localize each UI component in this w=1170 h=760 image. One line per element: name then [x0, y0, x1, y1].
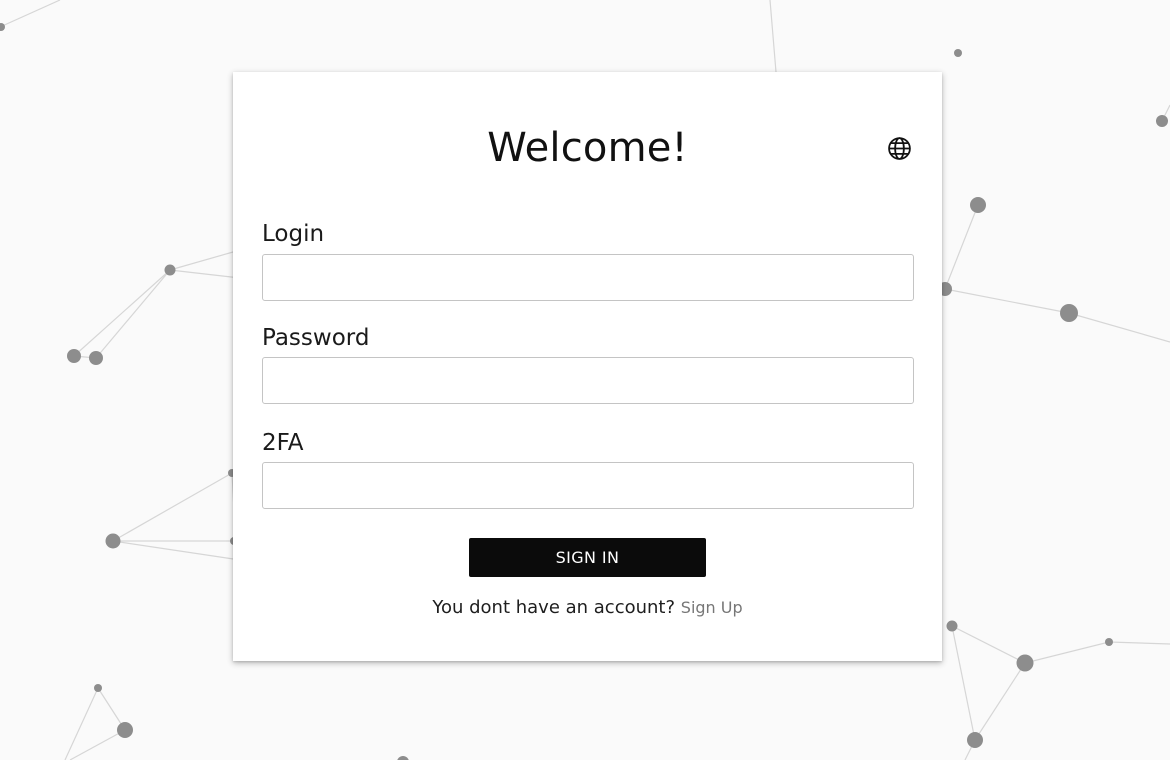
- login-input[interactable]: [262, 254, 914, 301]
- login-label: Login: [262, 221, 325, 247]
- signup-row: You dont have an account? Sign Up: [233, 596, 942, 620]
- twofa-label: 2FA: [262, 430, 304, 456]
- page-title: Welcome!: [487, 125, 688, 171]
- sign-up-link[interactable]: Sign Up: [681, 598, 743, 617]
- globe-icon: [887, 136, 911, 160]
- sign-in-button[interactable]: SIGN IN: [469, 538, 706, 577]
- password-input[interactable]: [262, 357, 914, 404]
- signup-prompt: You dont have an account?: [432, 597, 676, 618]
- login-card: Welcome! Login Password 2FA SIGN IN You …: [233, 72, 942, 661]
- language-selector-button[interactable]: [886, 135, 912, 161]
- twofa-input[interactable]: [262, 462, 914, 509]
- password-label: Password: [262, 325, 370, 351]
